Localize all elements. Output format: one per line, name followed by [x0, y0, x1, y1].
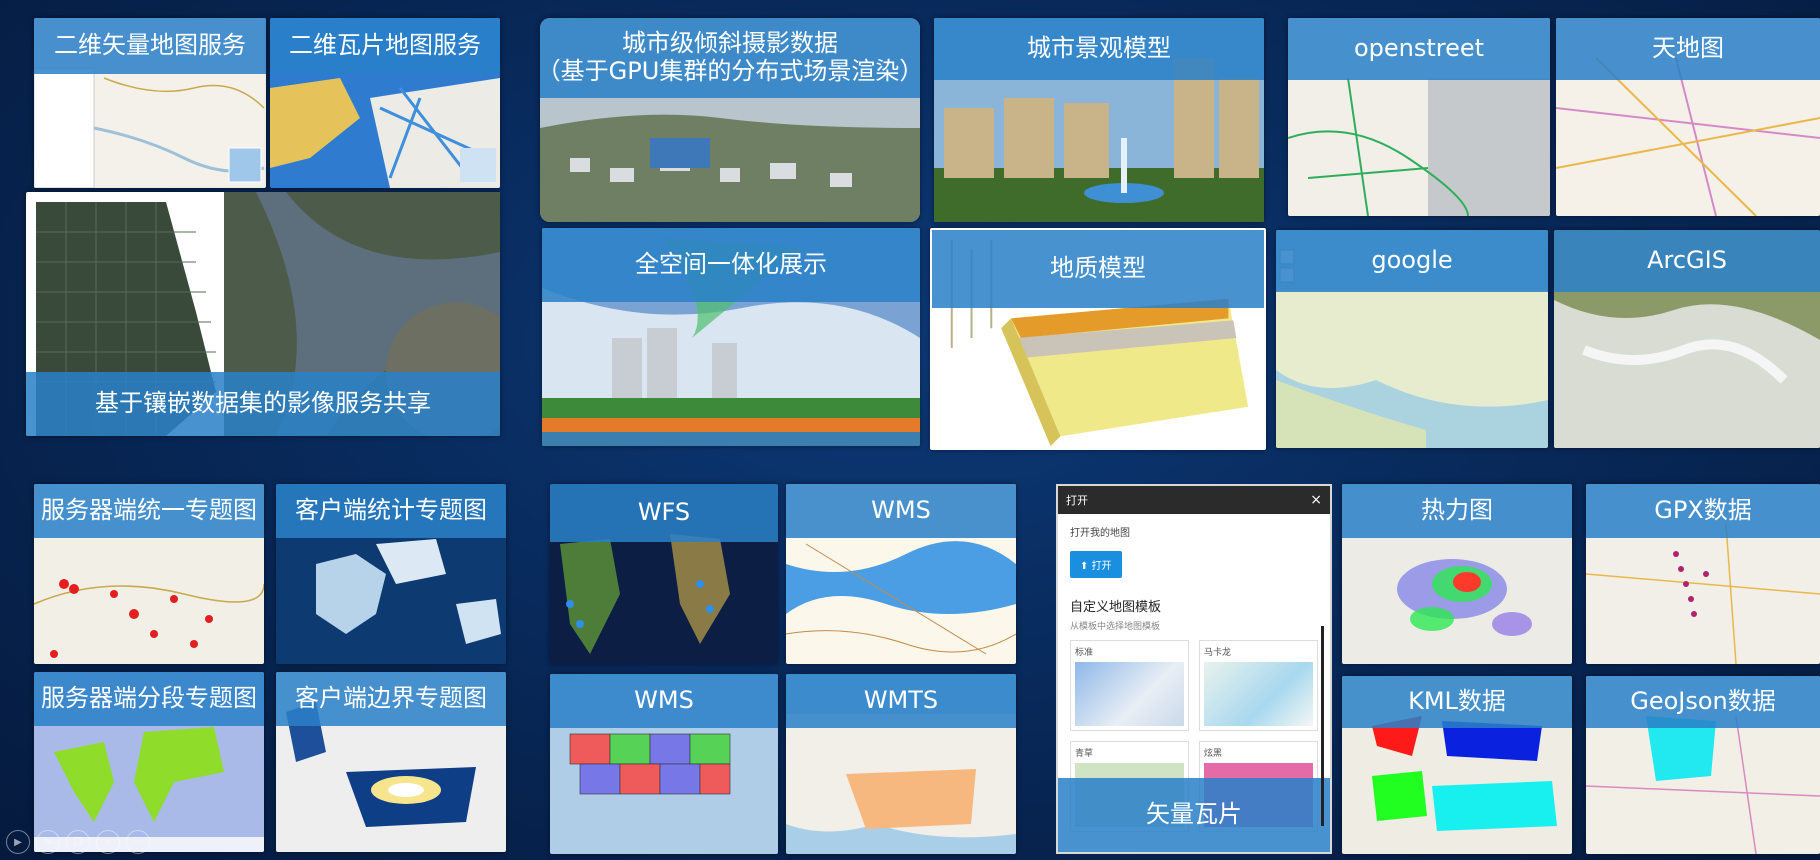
tile-fullspace-title: 全空间一体化展示 [542, 228, 920, 302]
tile-heatmap-title: 热力图 [1342, 484, 1572, 538]
template-thumb [1204, 662, 1313, 726]
tile-oblique[interactable]: 城市级倾斜摄影数据 （基于GPU集群的分布式场景渲染） [540, 18, 920, 222]
oblique-title-line2: （基于GPU集群的分布式场景渲染） [540, 57, 920, 85]
template-card-label: 炫黑 [1204, 749, 1223, 759]
tile-google-title: google [1276, 230, 1548, 292]
tile-wmts[interactable]: WMTS [786, 674, 1016, 854]
tile-geojson[interactable]: GeoJson数据 [1586, 676, 1820, 854]
tile-landscape-title: 城市景观模型 [934, 18, 1264, 80]
close-icon[interactable]: × [1310, 492, 1322, 508]
upload-icon: ⬆ [1080, 561, 1092, 572]
pen-icon[interactable]: ✎ [36, 830, 60, 854]
tile-vector2d[interactable]: 二维矢量地图服务 [34, 18, 266, 188]
tile-server-unified-title: 服务器端统一专题图 [34, 484, 264, 538]
tile-server-segment[interactable]: 服务器端分段专题图 [34, 672, 264, 852]
tile-gpx-title: GPX数据 [1586, 484, 1820, 538]
template-card-label: 标准 [1075, 648, 1094, 658]
tile-server-unified[interactable]: 服务器端统一专题图 [34, 484, 264, 664]
tile-geojson-title: GeoJson数据 [1586, 676, 1820, 728]
tile-wms-a-title: WMS [786, 484, 1016, 538]
tile-tianditu[interactable]: 天地图 [1556, 18, 1820, 216]
dialog-title: 打开 [1066, 494, 1088, 507]
dialog-template-hint: 从模板中选择地图模板 [1070, 622, 1161, 632]
template-card-macaron[interactable]: 马卡龙 [1199, 640, 1318, 731]
tile-geology-title: 地质模型 [932, 230, 1264, 308]
tile-landscape[interactable]: 城市景观模型 [934, 18, 1264, 222]
dialog-template-title: 自定义地图模板 [1070, 600, 1162, 615]
tile-kml[interactable]: KML数据 [1342, 676, 1572, 854]
tile-client-border[interactable]: 客户端边界专题图 [276, 672, 506, 852]
tile-wms-a[interactable]: WMS [786, 484, 1016, 664]
more-icon[interactable]: ⋯ [126, 830, 150, 854]
copy-icon[interactable]: ❐ [66, 830, 90, 854]
tile-arcgis-title: ArcGIS [1554, 230, 1820, 292]
play-icon[interactable]: ▶ [6, 830, 30, 854]
tile-gpx[interactable]: GPX数据 [1586, 484, 1820, 664]
tile-fullspace[interactable]: 全空间一体化展示 [542, 228, 920, 446]
tile-kml-title: KML数据 [1342, 676, 1572, 728]
tile-server-segment-title: 服务器端分段专题图 [34, 672, 264, 726]
tile-wms-b-title: WMS [550, 674, 778, 728]
zoom-icon[interactable]: ⌕ [96, 830, 120, 854]
tile-wfs[interactable]: WFS [550, 484, 778, 664]
oblique-title-line1: 城市级倾斜摄影数据 [622, 29, 838, 58]
vector-tile-dialog[interactable]: 打开 × 打开我的地图 ⬆ 打开 自定义地图模板 从模板中选择地图模板 标准 马… [1056, 484, 1332, 854]
tile-wmts-title: WMTS [786, 674, 1016, 728]
tile-wfs-title: WFS [550, 484, 778, 542]
tile-client-stat[interactable]: 客户端统计专题图 [276, 484, 506, 664]
tile-tianditu-title: 天地图 [1556, 18, 1820, 80]
dialog-header: 打开 × [1058, 486, 1330, 514]
tile-tile2d-title: 二维瓦片地图服务 [270, 18, 500, 74]
dialog-recent-label: 打开我的地图 [1070, 528, 1130, 539]
dialog-scrollbar[interactable] [1321, 626, 1324, 826]
tile-geology[interactable]: 地质模型 [930, 228, 1266, 450]
template-card-standard[interactable]: 标准 [1070, 640, 1189, 731]
template-card-label: 马卡龙 [1204, 648, 1232, 658]
tile-oblique-title: 城市级倾斜摄影数据 （基于GPU集群的分布式场景渲染） [540, 18, 920, 98]
tile-tile2d[interactable]: 二维瓦片地图服务 [270, 18, 500, 188]
dialog-open-label: 打开 [1091, 561, 1112, 572]
tile-mosaic[interactable]: 基于镶嵌数据集的影像服务共享 [26, 192, 500, 436]
tile-vector2d-title: 二维矢量地图服务 [34, 18, 266, 74]
tile-client-border-title: 客户端边界专题图 [276, 672, 506, 726]
template-thumb [1075, 662, 1184, 726]
tile-arcgis[interactable]: ArcGIS [1554, 230, 1820, 448]
tile-mosaic-title: 基于镶嵌数据集的影像服务共享 [26, 372, 500, 436]
template-card-label: 青草 [1075, 749, 1094, 759]
tile-client-stat-title: 客户端统计专题图 [276, 484, 506, 538]
vector-tile-title: 矢量瓦片 [1058, 778, 1330, 852]
tile-openstreet[interactable]: openstreet [1288, 18, 1550, 216]
dialog-open-button[interactable]: ⬆ 打开 [1070, 551, 1122, 578]
slideshow-controls: ▶ ✎ ❐ ⌕ ⋯ [6, 830, 150, 854]
tile-openstreet-title: openstreet [1288, 18, 1550, 80]
tile-google[interactable]: google [1276, 230, 1548, 448]
tile-heatmap[interactable]: 热力图 [1342, 484, 1572, 664]
tile-wms-b[interactable]: WMS [550, 674, 778, 854]
